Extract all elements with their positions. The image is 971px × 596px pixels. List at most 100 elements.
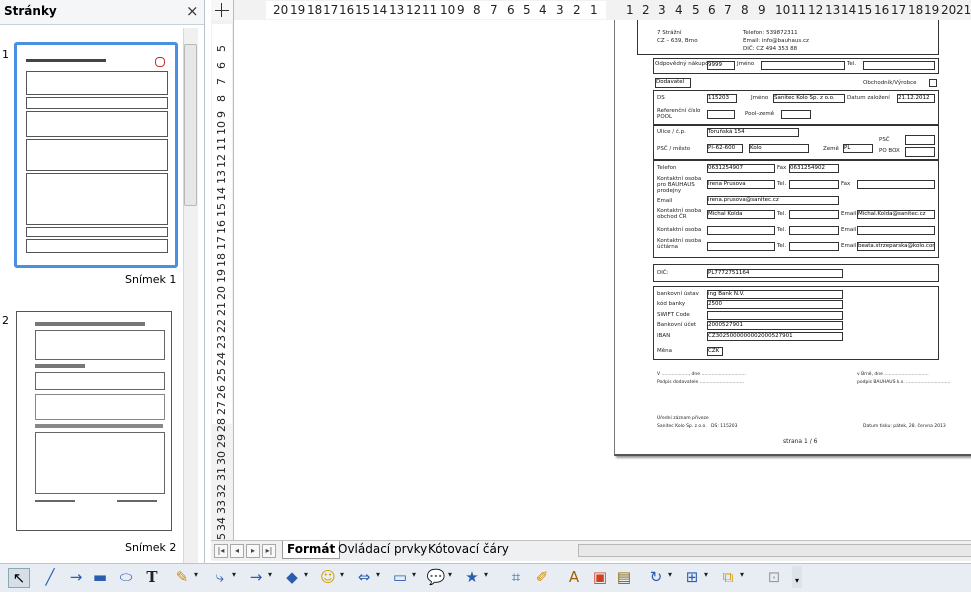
rotate-icon[interactable]: ↻: [646, 568, 666, 586]
ref-pool-field[interactable]: [707, 110, 735, 119]
contact3-tel-field[interactable]: [789, 226, 839, 235]
currency-field[interactable]: CZK: [707, 347, 723, 356]
slide-thumbnail-1[interactable]: [14, 42, 178, 268]
account-field[interactable]: 2000527901: [707, 321, 843, 330]
glue-points-icon[interactable]: ✐: [532, 568, 552, 586]
toolbar-overflow-icon[interactable]: ▾: [792, 566, 802, 588]
city-field[interactable]: Kolo: [749, 144, 809, 153]
lines-arrows-dropdown-icon[interactable]: ▾: [268, 570, 272, 579]
country-field[interactable]: PL: [843, 144, 873, 153]
close-icon[interactable]: ×: [186, 2, 199, 20]
contact2-tel-field[interactable]: [789, 210, 839, 219]
address-line-2: CZ – 639, Brno: [657, 38, 698, 44]
trader-label: Obchodník/Výrobce: [863, 80, 917, 86]
next-tab-icon[interactable]: ▸: [246, 544, 260, 558]
contact4-email-field[interactable]: beata.strzeparska@kolo.com.pl: [857, 242, 935, 251]
contact-fax-label: Fax: [841, 181, 851, 187]
trader-checkbox[interactable]: [929, 79, 937, 87]
arrange-icon[interactable]: ⧉: [718, 568, 738, 586]
contact3-field[interactable]: [707, 226, 775, 235]
ds-field[interactable]: 115203: [707, 94, 737, 103]
contact-tel-field[interactable]: [789, 180, 839, 189]
last-tab-icon[interactable]: ▸|: [262, 544, 276, 558]
ruler-tick-label: 17: [215, 236, 228, 250]
gallery-icon[interactable]: ▤: [614, 568, 634, 586]
prev-tab-icon[interactable]: ◂: [230, 544, 244, 558]
contact4-field[interactable]: [707, 242, 775, 251]
contact2-label: Kontaktní osoba obchod ČR: [657, 208, 702, 220]
curve-dropdown-icon[interactable]: ▾: [194, 570, 198, 579]
ruler-tick-label: 12: [406, 3, 422, 17]
ruler-tick-label: 33: [215, 500, 228, 514]
pages-scrollbar-thumb[interactable]: [184, 44, 197, 206]
pool-country-label: Pool–země: [745, 111, 775, 117]
basic-shapes-icon[interactable]: ◆: [282, 568, 302, 586]
callouts-icon[interactable]: 💬: [426, 568, 446, 586]
swift-field[interactable]: [707, 311, 843, 320]
bankcode-field[interactable]: 2500: [707, 300, 843, 309]
extrusion-icon[interactable]: ⊡: [764, 568, 784, 586]
tab-dimension-lines[interactable]: Kótovací čáry: [424, 541, 513, 558]
ruler-tick-label: 7: [215, 78, 228, 85]
symbol-shapes-icon[interactable]: ☺: [318, 568, 338, 586]
street-field[interactable]: Toruňská 154: [707, 128, 799, 137]
symbol-shapes-dropdown-icon[interactable]: ▾: [340, 570, 344, 579]
founded-field[interactable]: 21.12.2012: [897, 94, 935, 103]
stars-dropdown-icon[interactable]: ▾: [484, 570, 488, 579]
block-arrows-dropdown-icon[interactable]: ▾: [376, 570, 380, 579]
contact2-email-field[interactable]: Michal.Kolda@sanitec.cz: [857, 210, 935, 219]
contact-field[interactable]: Irena Prusova: [707, 180, 775, 189]
iban-field[interactable]: CZ3025000000002000527901: [707, 332, 843, 341]
buyer-name-field[interactable]: [761, 61, 845, 70]
ellipse-icon[interactable]: ⬭: [116, 568, 136, 586]
arrange-dropdown-icon[interactable]: ▾: [740, 570, 744, 579]
contact-fax-field[interactable]: [857, 180, 935, 189]
line-icon[interactable]: ╱: [40, 568, 60, 586]
phone-field[interactable]: 0631254907: [707, 164, 775, 173]
contact4-tel-field[interactable]: [789, 242, 839, 251]
company-field[interactable]: Sanitec Kolo Sp. z o.o.: [773, 94, 845, 103]
document-page[interactable]: 7 Strážní CZ – 639, Brno Telefon: 539872…: [614, 20, 971, 456]
tab-format[interactable]: Formát: [282, 541, 341, 559]
dic-field[interactable]: PL7772751164: [707, 269, 843, 278]
arrow-line-icon[interactable]: →: [66, 568, 86, 586]
rectangle-icon[interactable]: ▬: [90, 568, 110, 586]
callouts-dropdown-icon[interactable]: ▾: [448, 570, 452, 579]
pobox-label: PO BOX: [879, 148, 900, 154]
curve-icon[interactable]: ✎: [172, 568, 192, 586]
connector-dropdown-icon[interactable]: ▾: [232, 570, 236, 579]
ruler-tick-label: 13: [389, 3, 405, 17]
flowchart-icon[interactable]: ▭: [390, 568, 410, 586]
buyer-tel-field[interactable]: [863, 61, 935, 70]
select-arrow-icon[interactable]: ↖: [8, 568, 30, 588]
basic-shapes-dropdown-icon[interactable]: ▾: [304, 570, 308, 579]
pobox-field[interactable]: [905, 147, 935, 157]
from-file-icon[interactable]: ▣: [590, 568, 610, 586]
block-arrows-icon[interactable]: ⇔: [354, 568, 374, 586]
alignment-icon[interactable]: ⊞: [682, 568, 702, 586]
zip-field[interactable]: Pl–62-600: [707, 144, 743, 153]
rotate-dropdown-icon[interactable]: ▾: [668, 570, 672, 579]
first-tab-icon[interactable]: |◂: [214, 544, 228, 558]
buyer-field[interactable]: 9999: [707, 61, 735, 70]
contact2-field[interactable]: Michal Kolda: [707, 210, 775, 219]
fontwork-icon[interactable]: A: [564, 568, 584, 586]
alignment-dropdown-icon[interactable]: ▾: [704, 570, 708, 579]
email-field[interactable]: irena.prusova@sanitec.cz: [707, 196, 839, 205]
contact3-email-label: Email: [841, 227, 857, 233]
psc-field[interactable]: [905, 135, 935, 145]
lines-arrows-icon[interactable]: →: [246, 568, 266, 586]
fax-field[interactable]: 0631254902: [789, 164, 839, 173]
tab-controls[interactable]: Ovládací prvky: [334, 541, 431, 558]
text-icon[interactable]: T: [142, 568, 162, 586]
points-icon[interactable]: ⌗: [506, 568, 526, 586]
contact3-email-field[interactable]: [857, 226, 935, 235]
connector-icon[interactable]: ⤷: [210, 568, 230, 586]
stars-icon[interactable]: ★: [462, 568, 482, 586]
ruler-tick-label: 12: [215, 153, 228, 168]
slide-thumbnail-2[interactable]: [16, 311, 172, 531]
flowchart-dropdown-icon[interactable]: ▾: [412, 570, 416, 579]
horizontal-scrollbar-thumb[interactable]: [578, 544, 971, 557]
pool-country-field[interactable]: [781, 110, 811, 119]
bank-field[interactable]: ing Bank N.V.: [707, 290, 843, 299]
